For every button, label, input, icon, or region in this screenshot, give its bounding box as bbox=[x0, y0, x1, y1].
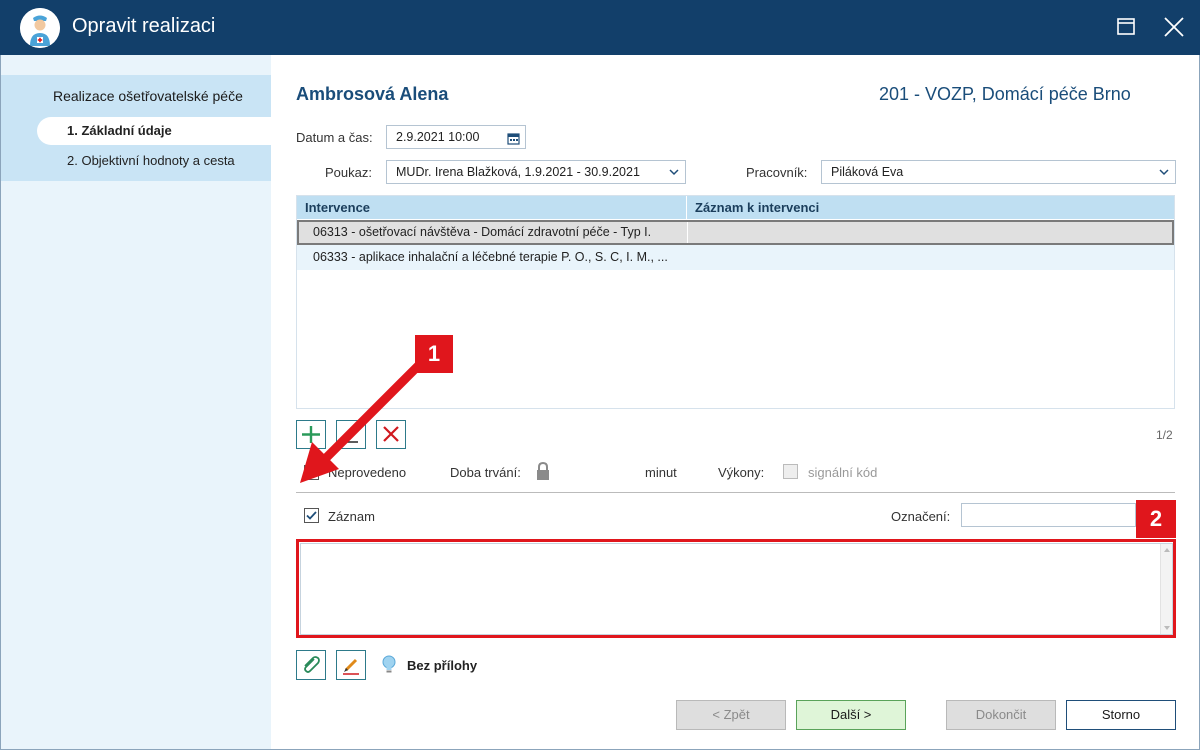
zaznam-checkbox[interactable] bbox=[304, 508, 319, 523]
worker-value: Piláková Eva bbox=[831, 165, 904, 179]
chevron-down-icon bbox=[668, 163, 680, 188]
calendar-icon[interactable] bbox=[507, 130, 520, 152]
oznaceni-field[interactable] bbox=[961, 503, 1136, 527]
cell-divider bbox=[687, 222, 688, 243]
wizard-steps: Realizace ošetřovatelské péče 1. Základn… bbox=[1, 75, 271, 181]
edit-button[interactable] bbox=[336, 420, 366, 449]
cancel-button[interactable]: Storno bbox=[1066, 700, 1176, 730]
next-button[interactable]: Další > bbox=[796, 700, 906, 730]
no-attachment-label: Bez přílohy bbox=[407, 658, 478, 673]
intervention-grid: Intervence Záznam k intervenci 06313 - o… bbox=[296, 195, 1175, 409]
datetime-label: Datum a čas: bbox=[296, 130, 373, 145]
worker-select[interactable]: Piláková Eva bbox=[821, 160, 1176, 184]
poukaz-value: MUDr. Irena Blažková, 1.9.2021 - 30.9.20… bbox=[396, 165, 640, 179]
signal-code-label: signální kód bbox=[808, 465, 878, 480]
highlight-box bbox=[296, 539, 1176, 638]
zaznam-label[interactable]: Záznam bbox=[328, 509, 375, 524]
sidebar-heading: Realizace ošetřovatelské péče bbox=[53, 88, 243, 104]
table-row[interactable]: 06333 - aplikace inhalační a léčebné ter… bbox=[297, 245, 1174, 270]
vykony-label: Výkony: bbox=[718, 465, 765, 480]
column-separator bbox=[686, 196, 687, 219]
sidebar-step-objective[interactable]: 2. Objektivní hodnoty a cesta bbox=[37, 147, 271, 175]
title-bar: Opravit realizaci bbox=[0, 0, 1200, 55]
add-button[interactable] bbox=[296, 420, 326, 449]
patient-name: Ambrosová Alena bbox=[296, 84, 449, 104]
row-intervence: 06313 - ošetřovací návštěva - Domácí zdr… bbox=[313, 225, 652, 239]
poukaz-select[interactable]: MUDr. Irena Blažková, 1.9.2021 - 30.9.20… bbox=[386, 160, 686, 184]
row-intervence: 06333 - aplikace inhalační a léčebné ter… bbox=[313, 250, 668, 264]
neprovedeno-checkbox[interactable] bbox=[304, 465, 319, 480]
maximize-icon[interactable] bbox=[1113, 14, 1139, 40]
provider-name: 201 - VOZP, Domácí péče Brno bbox=[879, 84, 1131, 104]
chevron-down-icon bbox=[1158, 163, 1170, 188]
annotation-badge-1: 1 bbox=[415, 335, 453, 373]
worker-label: Pracovník: bbox=[746, 165, 808, 180]
grid-pager: 1/2 bbox=[1156, 428, 1173, 442]
poukaz-label: Poukaz: bbox=[325, 165, 372, 180]
sidebar-step-basic[interactable]: 1. Základní údaje bbox=[37, 117, 271, 145]
duration-label: Doba trvání: bbox=[450, 465, 521, 480]
divider bbox=[296, 492, 1175, 493]
minutes-label: minut bbox=[645, 465, 677, 480]
oznaceni-label: Označení: bbox=[891, 509, 951, 524]
pencil-button[interactable] bbox=[336, 650, 366, 680]
window-title: Opravit realizaci bbox=[72, 15, 216, 37]
column-zaznam[interactable]: Záznam k intervenci bbox=[695, 200, 819, 215]
annotation-badge-2: 2 bbox=[1136, 500, 1176, 538]
nurse-icon bbox=[20, 8, 60, 48]
grid-header: Intervence Záznam k intervenci bbox=[297, 196, 1174, 219]
signal-code-checkbox[interactable] bbox=[783, 464, 798, 479]
datetime-field[interactable]: 2.9.2021 10:00 bbox=[386, 125, 526, 149]
column-intervence[interactable]: Intervence bbox=[305, 200, 370, 215]
back-button[interactable]: < Zpět bbox=[676, 700, 786, 730]
delete-button[interactable] bbox=[376, 420, 406, 449]
sidebar: Realizace ošetřovatelské péče 1. Základn… bbox=[1, 55, 271, 749]
neprovedeno-label[interactable]: Neprovedeno bbox=[328, 465, 406, 480]
table-row[interactable]: 06313 - ošetřovací návštěva - Domácí zdr… bbox=[297, 220, 1174, 245]
lightbulb-icon bbox=[381, 654, 397, 679]
close-icon[interactable] bbox=[1161, 14, 1187, 40]
finish-button[interactable]: Dokončit bbox=[946, 700, 1056, 730]
datetime-value: 2.9.2021 10:00 bbox=[396, 130, 480, 144]
lock-icon[interactable] bbox=[535, 461, 551, 485]
paperclip-button[interactable] bbox=[296, 650, 326, 680]
